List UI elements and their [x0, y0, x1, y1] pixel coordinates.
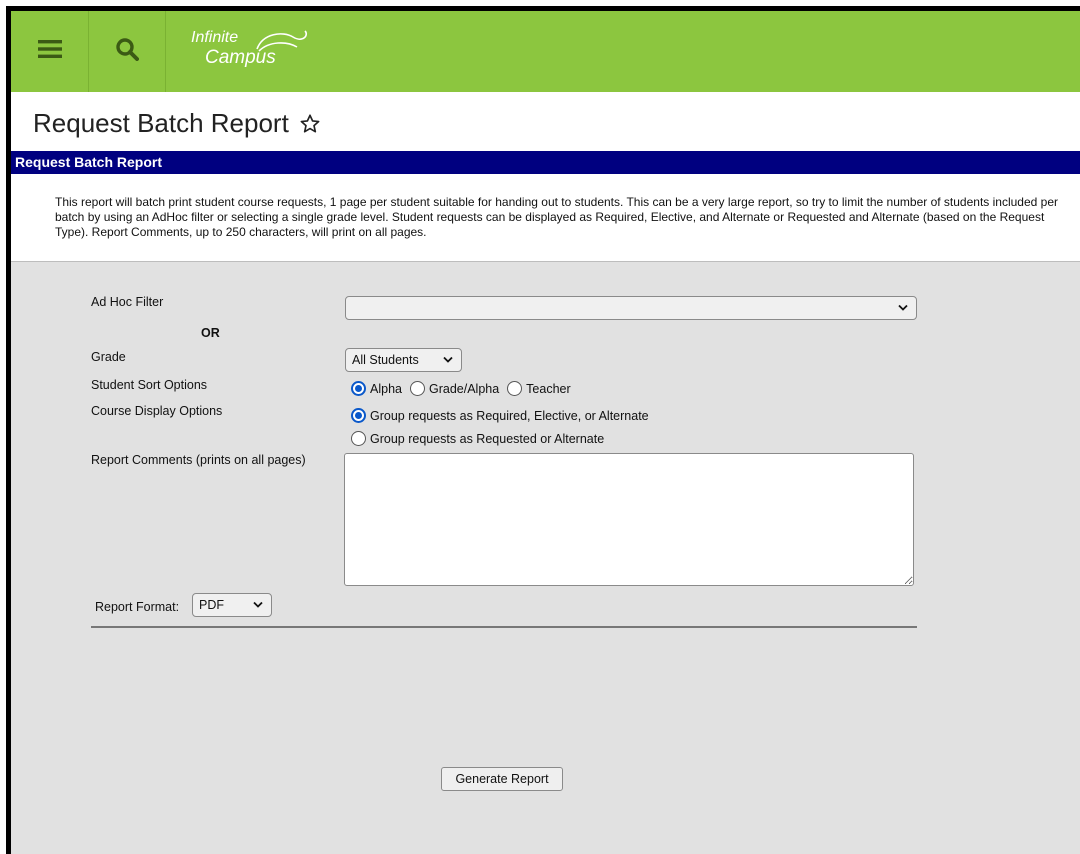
or-label: OR [201, 326, 220, 340]
logo-swirl-icon [256, 30, 308, 52]
radio-requested-alternate[interactable] [351, 431, 366, 446]
chevron-down-icon [898, 304, 908, 312]
section-header: Request Batch Report [11, 151, 1080, 174]
radio-alpha[interactable] [351, 381, 366, 396]
app-window: Infinite Campus Request Batch Report Req… [6, 6, 1080, 854]
course-display-label: Course Display Options [91, 404, 223, 418]
page-title-text: Request Batch Report [33, 108, 289, 138]
adhoc-filter-select[interactable] [345, 296, 917, 320]
generate-report-button[interactable]: Generate Report [441, 767, 563, 791]
sort-option-teacher[interactable]: Teacher [507, 381, 571, 396]
course-display-option-label: Group requests as Required, Elective, or… [370, 408, 649, 423]
sort-option-alpha[interactable]: Alpha [351, 381, 402, 396]
search-icon [115, 37, 139, 66]
radio-required-elective-alternate[interactable] [351, 408, 366, 423]
hamburger-menu-icon [37, 39, 62, 64]
report-comments-textarea[interactable] [344, 453, 914, 586]
grade-value: All Students [352, 353, 419, 367]
menu-button[interactable] [11, 11, 89, 92]
report-format-select[interactable]: PDF [192, 593, 272, 617]
radio-teacher[interactable] [507, 381, 523, 396]
chevron-down-icon [443, 356, 453, 364]
sort-option-label: Teacher [526, 381, 571, 396]
grade-label: Grade [91, 350, 126, 364]
page-title: Request Batch Report [33, 108, 321, 139]
sort-option-label: Alpha [370, 381, 402, 396]
course-display-option-1[interactable]: Group requests as Required, Elective, or… [351, 408, 649, 423]
report-format-label: Report Format: [95, 600, 180, 614]
star-outline-icon[interactable] [299, 113, 321, 135]
report-format-value: PDF [199, 598, 224, 612]
course-display-option-label: Group requests as Requested or Alternate [370, 431, 605, 446]
report-comments-label: Report Comments (prints on all pages) [91, 453, 306, 467]
top-navigation-bar: Infinite Campus [11, 11, 1080, 92]
chevron-down-icon [253, 601, 263, 609]
course-display-option-2[interactable]: Group requests as Requested or Alternate [351, 431, 604, 446]
student-sort-radio-group: Alpha Grade/Alpha Teacher [351, 381, 579, 396]
infinite-campus-logo[interactable]: Infinite Campus [187, 25, 317, 75]
adhoc-filter-label: Ad Hoc Filter [91, 295, 164, 309]
logo-line-1: Infinite [191, 29, 239, 46]
sort-option-label: Grade/Alpha [428, 381, 500, 396]
sort-option-grade-alpha[interactable]: Grade/Alpha [409, 381, 500, 396]
report-description: This report will batch print student cou… [55, 195, 1058, 239]
radio-grade-alpha[interactable] [409, 381, 425, 396]
grade-select[interactable]: All Students [345, 348, 462, 372]
search-button[interactable] [88, 11, 166, 92]
student-sort-label: Student Sort Options [91, 378, 208, 392]
form-divider [91, 626, 917, 628]
